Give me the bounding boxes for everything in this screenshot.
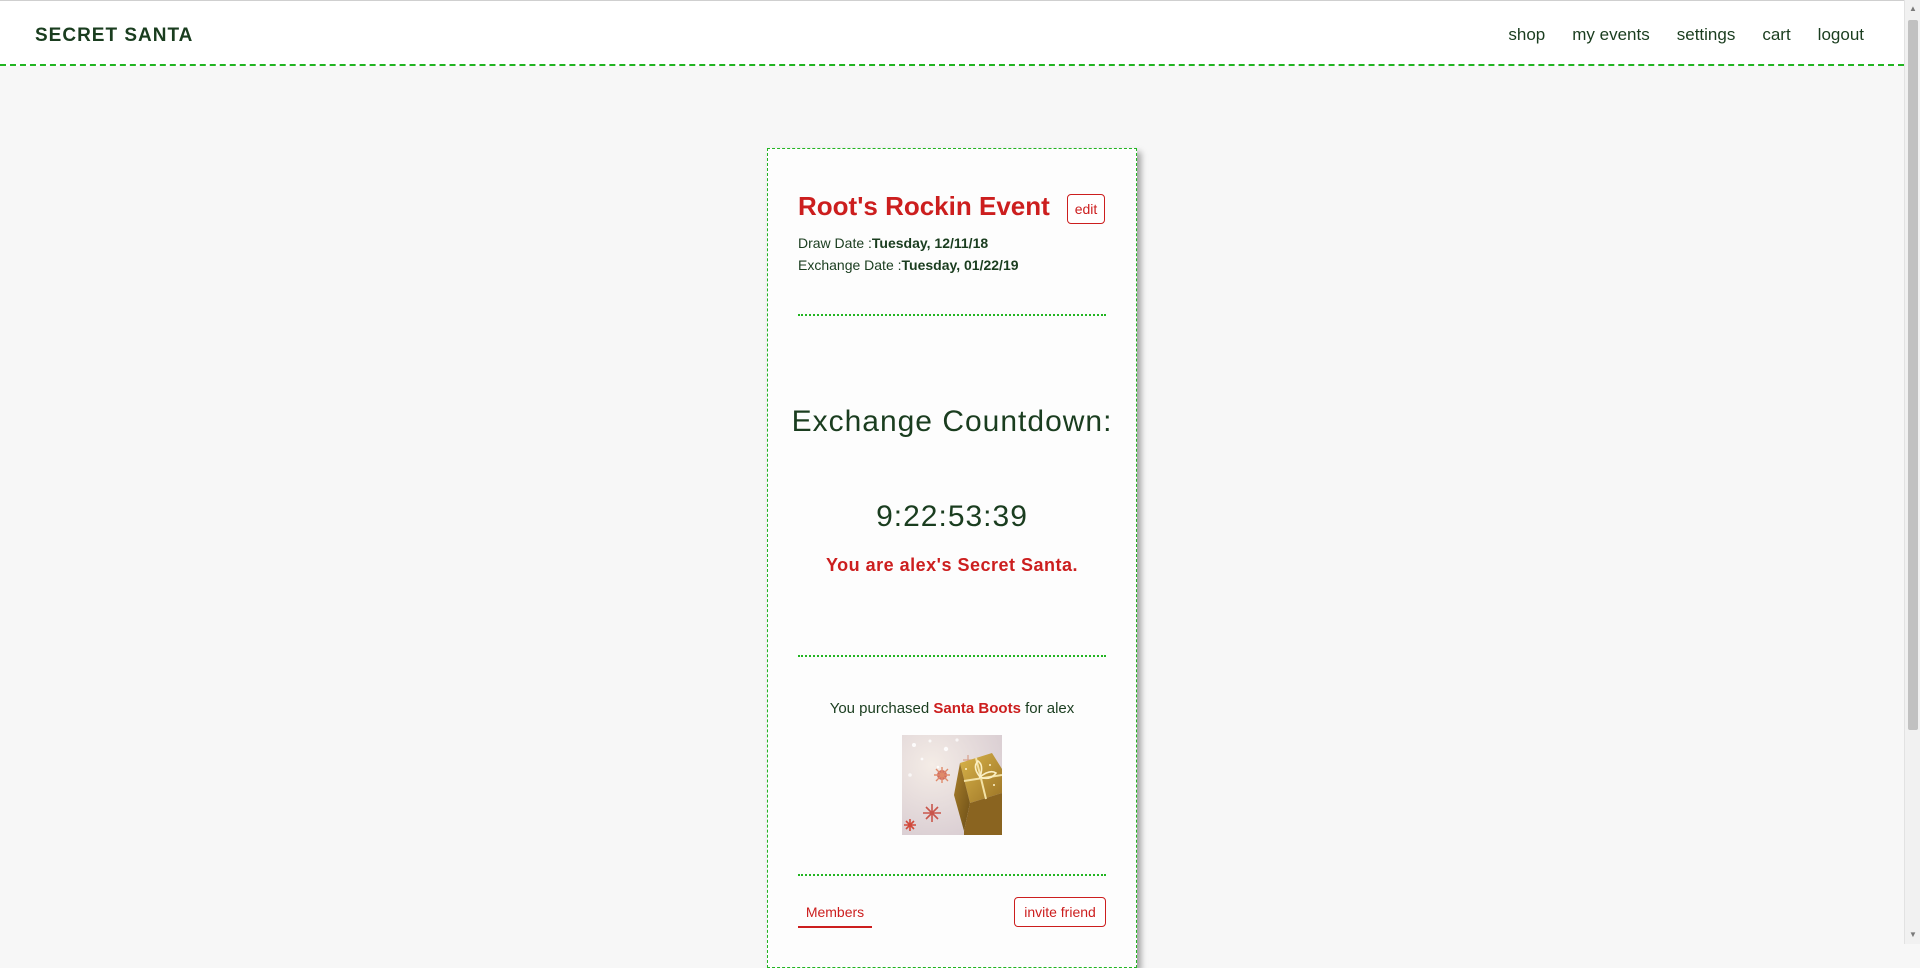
section-divider <box>798 314 1106 316</box>
exchange-date-value: Tuesday, 01/22/19 <box>901 257 1019 273</box>
invite-friend-button[interactable]: invite friend <box>1014 897 1106 927</box>
draw-date-value: Tuesday, 12/11/18 <box>871 235 989 251</box>
gift-name-link[interactable]: Santa Boots <box>933 700 1021 717</box>
top-navbar: SECRET SANTA shop my events settings car… <box>0 0 1904 66</box>
page-scrollbar[interactable]: ▲ ▼ <box>1904 0 1920 944</box>
nav-logout[interactable]: logout <box>1818 25 1864 45</box>
scroll-down-arrow-icon[interactable]: ▼ <box>1905 928 1920 942</box>
scroll-up-arrow-icon[interactable]: ▲ <box>1905 2 1920 16</box>
purchase-prefix: You purchased <box>829 700 934 717</box>
section-divider <box>798 655 1106 657</box>
exchange-date: Exchange Date :Tuesday, 01/22/19 <box>798 257 1019 273</box>
countdown-title: Exchange Countdown: <box>791 405 1113 438</box>
purchase-summary: You purchased Santa Boots for alex <box>768 700 1136 717</box>
nav-cart[interactable]: cart <box>1762 25 1790 45</box>
main-nav: shop my events settings cart logout <box>1508 25 1864 45</box>
gift-image[interactable] <box>902 735 1002 835</box>
section-divider <box>798 874 1106 876</box>
event-title: Root's Rockin Event <box>798 191 1050 221</box>
draw-date: Draw Date :Tuesday, 12/11/18 <box>798 235 988 251</box>
event-card: Root's Rockin Event edit Draw Date :Tues… <box>767 148 1137 968</box>
nav-shop[interactable]: shop <box>1508 25 1545 45</box>
exchange-date-label: Exchange Date : <box>798 257 902 273</box>
nav-settings[interactable]: settings <box>1677 25 1736 45</box>
secret-santa-message: You are alex's Secret Santa. <box>825 555 1079 575</box>
brand-logo[interactable]: SECRET SANTA <box>35 25 193 47</box>
gift-box-photo-icon <box>902 735 1002 835</box>
countdown-timer: 9:22:53:39 <box>876 500 1028 533</box>
nav-my-events[interactable]: my events <box>1572 25 1649 45</box>
edit-event-button[interactable]: edit <box>1067 194 1105 224</box>
purchase-suffix: for alex <box>1020 700 1075 717</box>
draw-date-label: Draw Date : <box>798 235 872 251</box>
scroll-thumb[interactable] <box>1908 20 1918 730</box>
tab-members[interactable]: Members <box>798 902 872 928</box>
